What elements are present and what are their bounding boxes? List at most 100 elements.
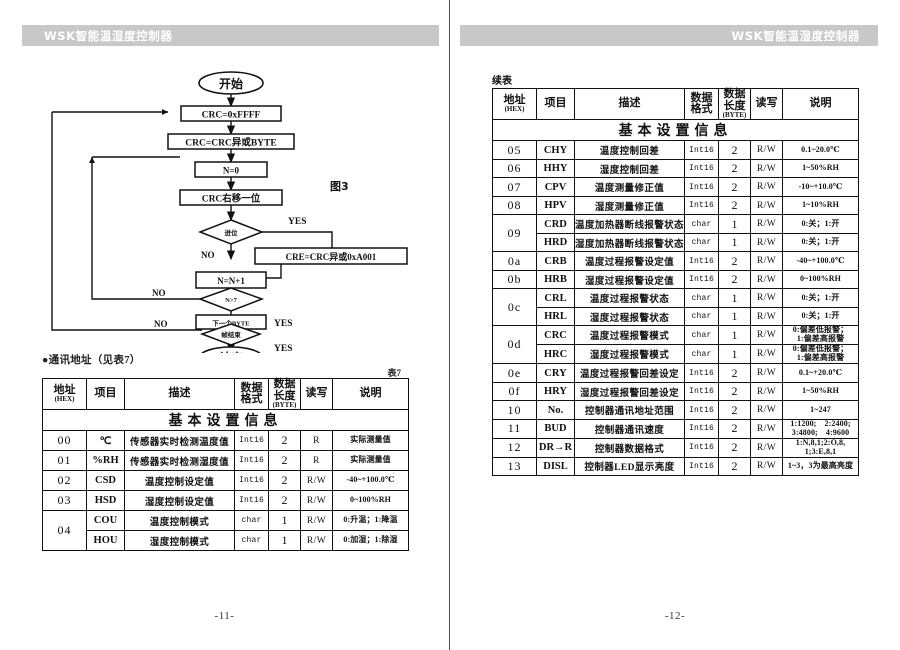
- table-header-cell-3: 数据 格式: [234, 377, 269, 411]
- cell-read-write: R/W: [750, 251, 783, 271]
- cell-description: 温度过程报警模式: [574, 325, 685, 346]
- cell-read-write: R: [300, 450, 333, 472]
- table-row: 11 BUD 控制器通讯速度 Int16 2 R/W 1:1200; 2:2400; 3:48…: [492, 418, 859, 439]
- cell-note: 0:加湿；1:除湿: [332, 530, 409, 552]
- cell-description: 温度加热器断线报警状态: [574, 214, 685, 234]
- cell-note: -40~+100.0℃: [332, 470, 409, 492]
- cell-item: HRD: [536, 232, 575, 253]
- cell-data-length: 1: [268, 530, 301, 552]
- flow-node-start-label: 开始: [219, 76, 243, 91]
- cell-data-length: 2: [718, 363, 751, 383]
- cell-address: 03: [42, 490, 87, 512]
- table-row: 06 HHY 湿度控制回差 Int16 2 R/W 1~50%RH: [492, 158, 859, 179]
- header-title-right: WSK智能温湿度控制器: [731, 28, 860, 43]
- cell-read-write: R/W: [750, 269, 783, 290]
- cell-data-format: Int16: [684, 158, 719, 179]
- cell-item: No.: [536, 400, 575, 420]
- table-header-cell-5: 读写: [300, 377, 333, 411]
- cell-data-length: 2: [268, 430, 301, 452]
- cell-read-write: R/W: [300, 490, 333, 512]
- cell-data-length: 1: [718, 325, 751, 346]
- cell-item: CSD: [86, 470, 125, 492]
- flow-node-ngt7-label: N>7: [225, 297, 237, 304]
- cell-data-length: 2: [718, 140, 751, 160]
- table-row: 10 No. 控制器通讯地址范围 Int16 2 R/W 1~247: [492, 400, 859, 420]
- cell-read-write: R/W: [750, 177, 783, 197]
- cell-data-format: Int16: [684, 140, 719, 160]
- cell-note: 0:关；1:开: [782, 288, 859, 308]
- cell-description: 温度过程报警回差设定: [574, 363, 685, 383]
- cell-data-length: 2: [718, 177, 751, 197]
- cell-address: 13: [492, 456, 537, 477]
- cell-note: 0:关；1:开: [782, 232, 859, 253]
- table-row: 0b HRB 湿度过程报警设定值 Int16 2 R/W 0~100%RH: [492, 269, 859, 290]
- cell-note: 0.1~+20.0℃: [782, 363, 859, 383]
- cell-address: 0e: [492, 363, 537, 383]
- cell-description: 温度过程报警设定值: [574, 251, 685, 271]
- cell-data-length: 2: [718, 418, 751, 439]
- cell-item: HOU: [86, 530, 125, 552]
- table-row: HRC 湿度过程报警模式 char 1 R/W 0:偏差低报警； 1:偏差高报警: [493, 344, 859, 365]
- cell-item: %RH: [86, 450, 125, 472]
- cell-item: BUD: [536, 418, 575, 439]
- cell-data-format: Int16: [234, 470, 269, 492]
- cell-data-format: char: [234, 510, 269, 532]
- cell-read-write: R/W: [750, 195, 783, 216]
- table-row: 0c CRL 温度过程报警状态 char 1 R/W 0:关；1:开: [492, 288, 859, 327]
- cell-note: 1~247: [782, 400, 859, 420]
- left-page: WSK智能温湿度控制器 开始 CRC=0xFFFF CRC=CRC异或BYTE …: [0, 0, 450, 650]
- table-row: 02 CSD 温度控制设定值 Int16 2 R/W -40~+100.0℃: [42, 470, 409, 492]
- table-header-cell-0: 地址 (HEX): [42, 377, 87, 411]
- cell-read-write: R/W: [750, 325, 783, 346]
- crc-flowchart: 开始 CRC=0xFFFF CRC=CRC异或BYTE N=0 CRC右移一位 …: [30, 68, 420, 353]
- table-row: 07 CPV 温度测量修正值 Int16 2 R/W -10~+10.0℃: [492, 177, 859, 197]
- cell-description: 湿度过程报警模式: [574, 344, 685, 365]
- cell-data-length: 1: [718, 214, 751, 234]
- cell-description: 温度过程报警状态: [574, 288, 685, 308]
- table-header-cell-6: 说明: [782, 87, 859, 121]
- cell-description: 温度控制回差: [574, 140, 685, 160]
- page-spread: WSK智能温湿度控制器 开始 CRC=0xFFFF CRC=CRC异或BYTE …: [0, 0, 900, 650]
- cell-data-format: Int16: [684, 400, 719, 420]
- table-header-cell-5: 读写: [750, 87, 783, 121]
- cell-description: 湿度过程报警设定值: [574, 269, 685, 290]
- cell-data-format: char: [684, 214, 719, 234]
- cell-read-write: R/W: [750, 140, 783, 160]
- cell-note: 0:偏差低报警； 1:偏差高报警: [782, 325, 859, 346]
- cell-item: CPV: [536, 177, 575, 197]
- cell-read-write: R/W: [750, 158, 783, 179]
- cell-read-write: R/W: [750, 232, 783, 253]
- cell-description: 温度控制设定值: [124, 470, 235, 492]
- cell-description: 湿度加热器断线报警状态: [574, 232, 685, 253]
- table-row: HRD 湿度加热器断线报警状态 char 1 R/W 0:关；1:开: [493, 232, 859, 253]
- cell-address: 0d: [492, 325, 537, 365]
- cell-note: 0~100%RH: [332, 490, 409, 512]
- cell-note: 1~10%RH: [782, 195, 859, 216]
- cell-description: 传感器实时检测温度值: [124, 430, 235, 452]
- table-row: 0e CRY 温度过程报警回差设定 Int16 2 R/W 0.1~+20.0℃: [492, 363, 859, 383]
- table-section-title: 基本设置信息: [492, 119, 859, 142]
- cell-item: HRB: [536, 269, 575, 290]
- cell-note: 1~3，3为最高亮度: [782, 456, 859, 477]
- table-header-cell-1: 项目: [536, 87, 575, 121]
- cell-note: -40~+100.0℃: [782, 251, 859, 271]
- cell-item: CRY: [536, 363, 575, 383]
- cell-address: 0f: [492, 381, 537, 402]
- cell-item: CRD: [536, 214, 575, 234]
- page-number-right: -12-: [664, 610, 686, 622]
- cell-data-length: 2: [718, 437, 751, 458]
- table-header-row: 地址 (HEX) 项目 描述 数据 格式 数据 长度 (BYTE) 读写 说明: [492, 87, 859, 121]
- cell-description: 控制器通讯速度: [574, 418, 685, 439]
- cell-address: 01: [42, 450, 87, 472]
- cell-address: 0a: [492, 251, 537, 271]
- cell-note: 0:关；1:开: [782, 214, 859, 234]
- cell-address: 08: [492, 195, 537, 216]
- table-header-cell-4: 数据 长度 (BYTE): [718, 87, 751, 121]
- cell-description: 控制器数据格式: [574, 437, 685, 458]
- cell-data-length: 2: [718, 158, 751, 179]
- cell-data-format: char: [234, 530, 269, 552]
- cell-data-format: Int16: [684, 269, 719, 290]
- cell-data-format: Int16: [684, 381, 719, 402]
- cell-description: 湿度过程报警状态: [574, 306, 685, 327]
- cell-data-format: char: [684, 288, 719, 308]
